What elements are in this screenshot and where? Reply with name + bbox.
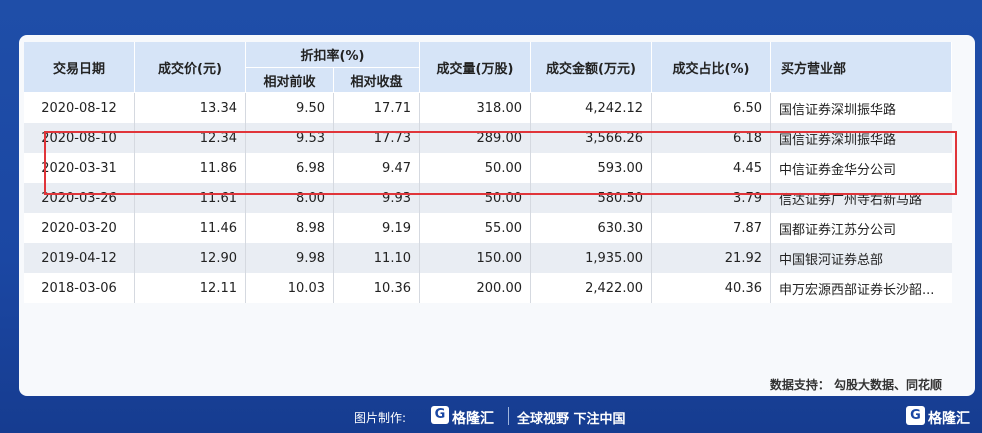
cell-amount: 2,422.00 <box>530 273 652 303</box>
corner-logo-icon: G <box>906 406 925 425</box>
cell-disc-close: 17.71 <box>333 92 420 123</box>
brand-logo-icon: G <box>431 406 449 424</box>
cell-ratio: 40.36 <box>651 273 771 303</box>
cell-volume: 200.00 <box>419 273 531 303</box>
col-header-broker: 买方营业部 <box>770 42 952 93</box>
cell-disc-prev-close: 8.98 <box>245 213 334 243</box>
col-header-date: 交易日期 <box>24 42 135 93</box>
cell-disc-close: 11.10 <box>333 243 420 273</box>
highlight-box <box>44 131 957 195</box>
cell-price: 11.46 <box>134 213 246 243</box>
cell-volume: 55.00 <box>419 213 531 243</box>
cell-price: 12.11 <box>134 273 246 303</box>
cell-disc-close: 10.36 <box>333 273 420 303</box>
table-row: 2020-08-12 13.34 9.50 17.71 318.00 4,242.12 6.… <box>24 92 952 123</box>
footer-divider <box>508 407 509 425</box>
col-header-discount: 折扣率(%) <box>245 42 420 68</box>
cell-disc-prev-close: 9.98 <box>245 243 334 273</box>
col-header-ratio: 成交占比(%) <box>651 42 771 93</box>
brand-name: 格隆汇 <box>452 411 494 427</box>
cell-date: 2018-03-06 <box>24 273 135 303</box>
cell-volume: 150.00 <box>419 243 531 273</box>
table-row: 2020-03-20 11.46 8.98 9.19 55.00 630.30 7.87 国都… <box>24 213 952 243</box>
table-row: 2019-04-12 12.90 9.98 11.10 150.00 1,935.00 21… <box>24 243 952 273</box>
footer-bar: 图片制作: G 格隆汇 全球视野 下注中国 <box>0 400 982 433</box>
cell-volume: 318.00 <box>419 92 531 123</box>
cell-amount: 4,242.12 <box>530 92 652 123</box>
table-header-row: 交易日期 成交价(元) 折扣率(%) 成交量(万股) 成交金额(万元) 成交占比… <box>24 42 952 93</box>
cell-broker: 国信证券深圳振华路 <box>770 92 952 123</box>
col-header-volume: 成交量(万股) <box>419 42 531 93</box>
cell-ratio: 7.87 <box>651 213 771 243</box>
cell-date: 2020-08-12 <box>24 92 135 123</box>
cell-price: 12.90 <box>134 243 246 273</box>
cell-disc-close: 9.19 <box>333 213 420 243</box>
col-header-disc-close: 相对收盘 <box>333 67 420 93</box>
data-source-note: 数据支持： 勾股大数据、同花顺 <box>769 378 942 392</box>
cell-price: 13.34 <box>134 92 246 123</box>
cell-disc-prev-close: 9.50 <box>245 92 334 123</box>
cell-ratio: 21.92 <box>651 243 771 273</box>
col-header-disc-prev-close: 相对前收 <box>245 67 334 93</box>
cell-disc-prev-close: 10.03 <box>245 273 334 303</box>
cell-date: 2019-04-12 <box>24 243 135 273</box>
cell-broker: 中国银河证券总部 <box>770 243 952 273</box>
cell-amount: 1,935.00 <box>530 243 652 273</box>
cell-amount: 630.30 <box>530 213 652 243</box>
cell-broker: 国都证券江苏分公司 <box>770 213 952 243</box>
brand-slogan: 全球视野 下注中国 <box>517 412 626 427</box>
table-row: 2018-03-06 12.11 10.03 10.36 200.00 2,422.00 4… <box>24 273 952 303</box>
cell-ratio: 6.50 <box>651 92 771 123</box>
cell-broker: 申万宏源西部证券长沙韶... <box>770 273 952 303</box>
made-by-label: 图片制作: <box>354 411 407 425</box>
col-header-price: 成交价(元) <box>134 42 246 93</box>
cell-date: 2020-03-20 <box>24 213 135 243</box>
corner-brand-name: 格隆汇 <box>928 411 970 427</box>
col-header-amount: 成交金额(万元) <box>530 42 652 93</box>
